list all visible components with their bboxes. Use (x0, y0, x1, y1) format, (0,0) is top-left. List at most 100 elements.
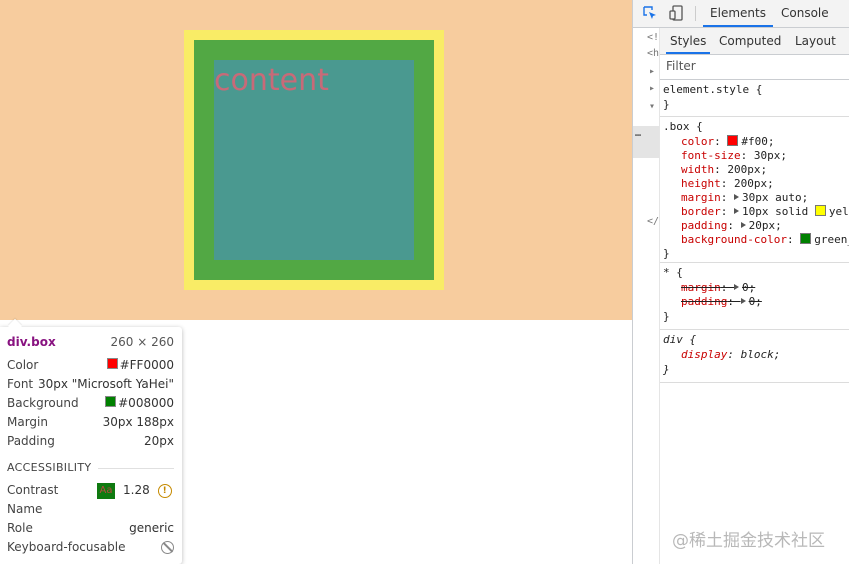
warning-icon: ! (157, 483, 172, 498)
styles-pane: Styles Computed Layout Filter element.st… (660, 28, 849, 564)
property-value: 10px solid (742, 205, 809, 218)
expand-triangle-icon[interactable] (734, 284, 739, 290)
rule-div-user-agent: div { display: block; } (660, 330, 849, 383)
dom-gutter-glyph: </ (647, 216, 660, 227)
property-name: padding (681, 219, 728, 232)
tooltip-row-margin: Margin 30px 188px (7, 413, 174, 431)
inspect-tooltip: div.box 260 × 260 Color #FF0000 Font 30p… (0, 318, 182, 564)
css-property-overridden[interactable]: padding: 0; (681, 295, 762, 309)
property-value: 30px auto; (742, 191, 809, 204)
dom-gutter-glyph: <h (647, 48, 660, 59)
css-property[interactable]: padding: 20px; (681, 219, 782, 233)
tooltip-selector: div.box (7, 335, 56, 349)
css-property[interactable]: border: 10px solid yell (681, 205, 849, 219)
expand-arrow-icon[interactable]: ▸ (649, 66, 655, 77)
tooltip-row-background: Background #008000 (7, 394, 174, 412)
dom-tree-gutter: <! <h ▸ ▸ ▾ … </ (633, 28, 660, 564)
css-property[interactable]: display: block; (681, 348, 780, 362)
tab-elements[interactable]: Elements (703, 0, 773, 27)
property-name: background-color (681, 233, 787, 246)
property-value: 30px; (753, 149, 787, 162)
css-property[interactable]: margin: 30px auto; (681, 191, 808, 205)
tooltip-key: Keyboard-focusable (7, 540, 126, 554)
filter-input[interactable]: Filter (666, 59, 696, 73)
tooltip-value-text: #FF0000 (119, 358, 174, 372)
property-name: color (681, 135, 715, 148)
tooltip-row-contrast: Contrast Aa 1.28! (7, 481, 174, 499)
property-name: margin (681, 281, 721, 294)
box-content-text: content (214, 63, 329, 98)
inspect-element-icon[interactable] (643, 6, 657, 20)
tooltip-row-name: Name (7, 500, 174, 518)
expand-triangle-icon[interactable] (734, 208, 739, 214)
not-allowed-icon (161, 541, 174, 554)
property-value: #f00; (741, 135, 775, 148)
tab-styles[interactable]: Styles (666, 28, 711, 54)
property-value-tail: yell (828, 205, 849, 218)
expand-triangle-icon[interactable] (740, 222, 746, 228)
devtools-toolbar: Elements Console (633, 0, 849, 28)
rule-selector[interactable]: * { (663, 266, 683, 280)
property-value: 200px; (734, 177, 774, 190)
css-property[interactable]: font-size: 30px; (681, 149, 787, 163)
property-name: font-size (681, 149, 741, 162)
tooltip-value (161, 538, 174, 556)
expand-triangle-icon[interactable] (734, 194, 739, 200)
tooltip-row-role: Role generic (7, 519, 174, 537)
toolbar-divider (695, 6, 696, 21)
css-property[interactable]: color: #f00; (681, 135, 775, 149)
watermark: @稀土掘金技术社区 (672, 531, 825, 551)
collapse-arrow-icon[interactable]: ▾ (649, 101, 655, 112)
contrast-sample: Aa (97, 482, 115, 499)
rule-selector[interactable]: div { (663, 333, 696, 347)
css-property[interactable]: background-color: green_ (681, 233, 849, 247)
tab-console[interactable]: Console (781, 0, 829, 27)
tooltip-value-text: #008000 (118, 396, 174, 410)
accessibility-heading: ACCESSIBILITY (7, 461, 92, 474)
color-swatch-icon[interactable] (727, 135, 739, 146)
expand-arrow-icon[interactable]: ▸ (649, 83, 655, 94)
contrast-ratio: 1.28 (123, 483, 150, 497)
property-value: 0; (748, 295, 762, 308)
css-property[interactable]: width: 200px; (681, 163, 767, 177)
property-name: border (681, 205, 721, 218)
tooltip-row-padding: Padding 20px (7, 432, 174, 450)
tab-computed[interactable]: Computed (719, 28, 781, 54)
color-swatch-icon[interactable] (800, 233, 812, 244)
tooltip-key: Background (7, 396, 79, 410)
color-swatch-icon (105, 396, 117, 407)
property-value: 0; (742, 281, 756, 294)
tooltip-key: Name (7, 502, 43, 516)
tooltip-value: #FF0000 (106, 356, 174, 374)
color-swatch-icon[interactable] (814, 205, 826, 216)
tooltip-key: Font (7, 377, 34, 391)
property-value: block; (740, 348, 781, 361)
tooltip-row-color: Color #FF0000 (7, 356, 174, 374)
tooltip-key: Contrast (7, 483, 59, 497)
property-name: padding (681, 295, 728, 308)
rule-selector[interactable]: .box { (663, 120, 703, 134)
rule-close: } (663, 98, 670, 111)
more-options-icon[interactable]: … (635, 128, 641, 139)
css-property-overridden[interactable]: margin: 0; (681, 281, 755, 295)
rule-close: } (663, 310, 670, 323)
tooltip-key: Color (7, 358, 39, 372)
device-toggle-icon[interactable] (669, 5, 683, 21)
accessibility-divider (98, 468, 174, 469)
tooltip-value: generic (129, 521, 174, 535)
tooltip-size: 260 × 260 (110, 335, 175, 349)
filter-bar: Filter (660, 55, 849, 80)
css-property[interactable]: height: 200px; (681, 177, 774, 191)
tooltip-key: Margin (7, 415, 48, 429)
tab-layout[interactable]: Layout (795, 28, 836, 54)
tooltip-value: 30px 188px (102, 415, 174, 429)
property-value: 200px; (727, 163, 768, 176)
rule-close: } (663, 247, 670, 260)
expand-triangle-icon[interactable] (740, 298, 746, 304)
tooltip-row-font: Font 30px "Microsoft YaHei" (7, 375, 174, 393)
tooltip-key: Padding (7, 434, 55, 448)
dom-gutter-glyph: <! (647, 32, 660, 43)
rule-selector[interactable]: element.style { (663, 83, 762, 97)
rule-close: } (663, 363, 670, 376)
devtools-panel: Elements Console <! <h ▸ ▸ ▾ … </ Styles… (632, 0, 849, 564)
